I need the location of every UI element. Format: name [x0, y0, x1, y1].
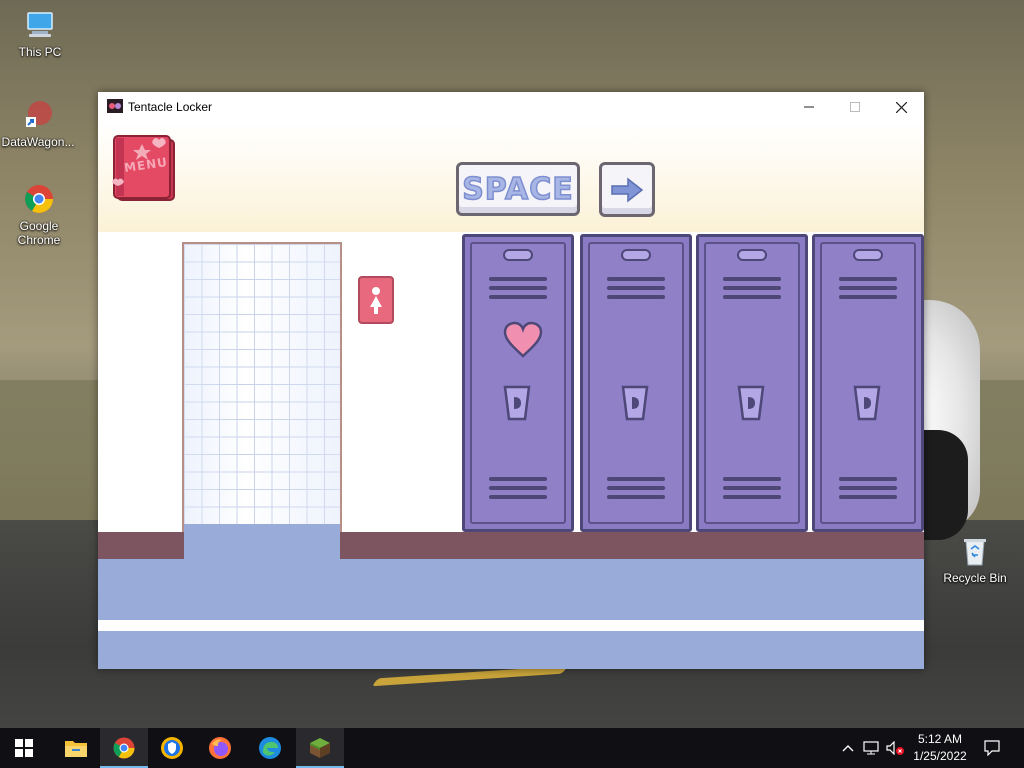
start-button[interactable]: [0, 728, 48, 768]
recycle-bin-icon: [958, 534, 992, 568]
menu-button[interactable]: MENU: [112, 134, 176, 202]
hallway-floor: [98, 559, 924, 669]
taskbar-firefox[interactable]: [196, 728, 244, 768]
space-key-label: SPACE: [461, 171, 574, 208]
locker-latch: [737, 249, 767, 261]
locker-handle-icon: [621, 385, 649, 421]
locker-4[interactable]: [812, 234, 924, 532]
shield-browser-icon: [161, 737, 183, 759]
game-canvas[interactable]: MENU SPACE: [98, 122, 924, 669]
locker-vents-bottom: [489, 477, 547, 504]
locker-3[interactable]: [696, 234, 808, 532]
notification-center-button[interactable]: [978, 728, 1006, 768]
locker-handle-icon: [503, 385, 531, 421]
locker-vents-top: [489, 277, 547, 304]
next-arrow-button[interactable]: [599, 162, 655, 217]
edge-icon: [259, 737, 281, 759]
taskbar-file-explorer[interactable]: [52, 728, 100, 768]
clock-time: 5:12 AM: [917, 732, 963, 746]
arrow-right-icon: [611, 176, 644, 203]
grass-block-icon: [310, 738, 330, 758]
window-title: Tentacle Locker: [128, 100, 213, 114]
app-logo-icon: [107, 99, 123, 113]
wallpaper-car-wheel: [918, 430, 968, 540]
clock-date: 1/25/2022: [913, 749, 967, 763]
window-glass: [184, 244, 340, 530]
locker-1[interactable]: [462, 234, 574, 532]
close-icon: [895, 101, 907, 113]
desktop-icon-label: Recycle Bin: [943, 571, 1007, 585]
chrome-icon: [22, 182, 56, 216]
taskbar-minecraft[interactable]: [296, 728, 344, 768]
maximize-button[interactable]: [832, 92, 878, 122]
space-key-button[interactable]: SPACE: [456, 162, 580, 216]
network-button[interactable]: [860, 728, 882, 768]
maximize-icon: [850, 102, 860, 112]
chevron-up-icon: [842, 745, 854, 752]
close-button[interactable]: [878, 92, 924, 122]
locker-vents-top: [607, 277, 665, 304]
heart-icon: [503, 321, 543, 358]
locker-vents-top: [723, 277, 781, 304]
desktop-icon-this-pc[interactable]: This PC: [2, 8, 78, 59]
window-titlebar[interactable]: Tentacle Locker: [98, 92, 924, 122]
chrome-icon: [113, 737, 135, 759]
folder-icon: [65, 741, 87, 757]
window-floor-gap: [184, 524, 340, 559]
windows-logo-icon: [15, 739, 33, 757]
volume-button[interactable]: [884, 728, 906, 768]
taskbar-browser[interactable]: [148, 728, 196, 768]
notification-icon: [984, 740, 1000, 756]
locker-handle-icon: [853, 385, 881, 421]
minimize-icon: [804, 106, 814, 108]
minimize-button[interactable]: [786, 92, 832, 122]
desktop-icon-label: Google Chrome: [17, 219, 61, 247]
locker-vents-bottom: [723, 477, 781, 504]
taskbar-chrome[interactable]: [100, 728, 148, 768]
desktop-icon-label: DataWagon...: [1, 135, 75, 149]
woman-restroom-icon: [370, 287, 382, 314]
locker-latch: [503, 249, 533, 261]
locker-latch: [621, 249, 651, 261]
locker-2[interactable]: [580, 234, 692, 532]
desktop-icon-label: This PC: [18, 45, 62, 59]
firefox-icon: [209, 737, 231, 759]
desktop-icon-google-chrome[interactable]: Google Chrome: [1, 182, 77, 247]
datawagon-shortcut-icon: [21, 98, 55, 132]
girls-restroom-sign[interactable]: [358, 276, 394, 324]
glass-block-window: [182, 242, 342, 532]
volume-muted-icon: [886, 741, 904, 755]
locker-vents-top: [839, 277, 897, 304]
network-icon: [863, 741, 879, 755]
locker-vents-bottom: [839, 477, 897, 504]
locker-latch: [853, 249, 883, 261]
floor-stripe: [98, 620, 924, 631]
taskbar-edge[interactable]: [246, 728, 294, 768]
show-hidden-icons-button[interactable]: [838, 728, 858, 768]
desktop-icon-datawagon[interactable]: DataWagon...: [0, 98, 76, 149]
app-window: Tentacle Locker MENU SPACE: [98, 92, 924, 669]
locker-handle-icon: [737, 385, 765, 421]
this-pc-icon: [23, 8, 57, 42]
locker-vents-bottom: [607, 477, 665, 504]
taskbar-clock[interactable]: 5:12 AM 1/25/2022: [905, 731, 975, 765]
desktop-icon-recycle-bin[interactable]: Recycle Bin: [937, 534, 1013, 585]
